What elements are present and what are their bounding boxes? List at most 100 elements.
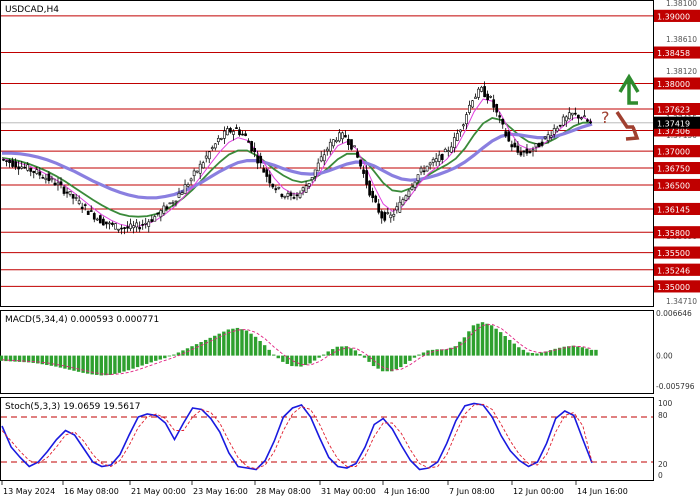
- candle-body: [368, 180, 371, 196]
- candle-body: [301, 187, 305, 192]
- candle-body: [71, 194, 75, 199]
- macd-bar: [362, 355, 367, 358]
- candle-body: [213, 143, 217, 149]
- macd-bar: [526, 352, 530, 356]
- candle-body: [577, 114, 580, 119]
- candle-body: [274, 188, 278, 191]
- candle-body: [471, 100, 474, 108]
- macd-bar: [131, 355, 135, 369]
- candle-body: [68, 191, 72, 195]
- macd-bar: [199, 342, 203, 356]
- macd-bar: [249, 333, 253, 356]
- candle-body: [120, 227, 123, 230]
- level-tag-text: 1.37623: [657, 106, 690, 115]
- macd-bar: [530, 353, 535, 356]
- price-axis: 1.381001.386101.381201.374151.371501.366…: [654, 0, 700, 306]
- macd-bar: [444, 349, 448, 356]
- candle-body: [516, 145, 520, 153]
- macd-bar: [399, 355, 403, 368]
- macd-bar: [580, 347, 585, 356]
- candle-body: [253, 147, 256, 153]
- candle-body: [50, 178, 54, 181]
- candle-body: [546, 134, 550, 141]
- candle-body: [262, 168, 266, 173]
- macd-bar: [462, 337, 467, 356]
- macd-bar: [430, 349, 435, 356]
- macd-bar: [113, 355, 117, 374]
- candle-body: [316, 162, 320, 172]
- candle-body: [356, 151, 359, 158]
- candle-body: [395, 206, 399, 211]
- candle-body: [504, 131, 508, 137]
- candle-body: [102, 218, 105, 226]
- level-tag-text: 1.35246: [657, 266, 690, 275]
- macd-bar: [45, 355, 49, 366]
- candle-body: [195, 170, 199, 173]
- candle-body: [374, 195, 378, 203]
- candle-body: [204, 155, 208, 159]
- candle-body: [135, 222, 138, 228]
- candle-body: [337, 132, 341, 142]
- candle-body: [350, 139, 353, 150]
- macd-bar: [353, 350, 358, 356]
- macd-bar: [144, 355, 149, 364]
- candle-body: [510, 144, 514, 148]
- candle-body: [138, 227, 142, 230]
- candle-body: [241, 133, 244, 136]
- macd-bar: [67, 355, 72, 370]
- candle-body: [289, 192, 293, 197]
- candle-body: [543, 136, 547, 139]
- candle-body: [150, 219, 154, 222]
- candle-body: [501, 118, 505, 125]
- candle-body: [14, 161, 17, 168]
- stoch-title: Stoch(5,3,3) 19.0659 19.5617: [5, 402, 140, 412]
- candle-body: [83, 204, 87, 206]
- candle-body: [449, 146, 453, 153]
- candle-body: [165, 206, 169, 210]
- candle-body: [198, 163, 202, 174]
- candle-body: [280, 193, 284, 197]
- candle-body: [17, 166, 20, 170]
- macd-bar: [276, 355, 280, 359]
- candle-body: [313, 169, 317, 177]
- macd-bar: [244, 330, 249, 356]
- moving-average-line: [1, 117, 592, 218]
- macd-bar: [117, 355, 122, 373]
- macd-bar: [235, 327, 240, 356]
- candle-body: [286, 193, 290, 197]
- candle-body: [111, 222, 114, 225]
- moving-average-line: [1, 98, 593, 227]
- candle-body: [489, 96, 493, 98]
- time-tick-label: 13 May 2024: [3, 487, 55, 496]
- candle-body: [277, 186, 281, 189]
- chart-svg: 1.390001.384581.380001.376231.373061.370…: [0, 0, 700, 496]
- candle-body: [144, 222, 148, 225]
- candle-body: [549, 135, 553, 138]
- candle-body: [452, 137, 456, 148]
- macd-bar: [281, 355, 285, 362]
- macd-bar: [140, 355, 144, 366]
- macd-bar: [571, 345, 575, 356]
- macd-bar: [485, 323, 489, 356]
- candle-body: [147, 221, 151, 227]
- candle-body: [292, 197, 296, 199]
- candle-body: [235, 127, 238, 129]
- macd-bar: [517, 347, 521, 356]
- candle-body: [492, 99, 496, 108]
- level-tag-text: 1.38458: [657, 49, 690, 58]
- candle-body: [341, 132, 344, 140]
- candle-body: [307, 183, 311, 187]
- stoch-line: [1, 402, 593, 471]
- candle-body: [362, 169, 365, 174]
- candle-body: [561, 116, 565, 126]
- candle-body: [114, 223, 117, 230]
- macd-bar: [521, 349, 526, 356]
- candle-body: [525, 148, 529, 154]
- candle-body: [92, 213, 96, 220]
- candle-body: [328, 141, 332, 152]
- macd-bar: [317, 355, 321, 358]
- question-mark: ?: [601, 108, 610, 127]
- candle-body: [419, 167, 423, 173]
- candle-body: [62, 186, 66, 194]
- candle-body: [108, 222, 111, 225]
